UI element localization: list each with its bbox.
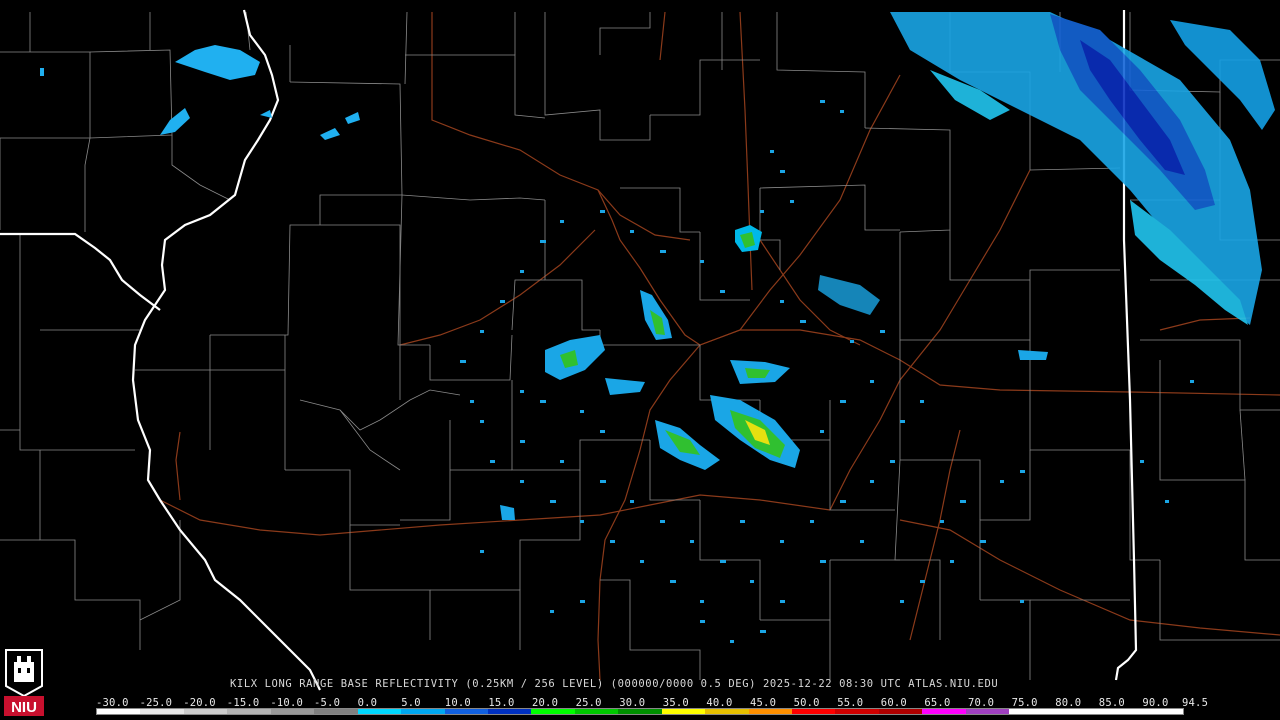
scale-color-segment [748, 709, 792, 714]
scale-color-segment [1139, 709, 1183, 714]
scale-color-segment [227, 709, 271, 714]
scale-color-segment [357, 709, 402, 714]
radar-map [0, 9, 1280, 691]
scale-color-segment [183, 709, 228, 714]
niu-logo: NIU [4, 649, 44, 716]
scale-color-segment [444, 709, 488, 714]
reflectivity-color-bar [96, 708, 1184, 715]
scale-color-segment [661, 709, 706, 714]
scale-color-segment [835, 709, 879, 714]
scale-color-segment [97, 709, 141, 714]
radar-echoes [40, 12, 1275, 643]
scale-color-segment [1096, 709, 1140, 714]
scale-color-segment [270, 709, 315, 714]
scale-color-segment [531, 709, 575, 714]
scale-color-segment [140, 709, 184, 714]
scale-color-segment [1009, 709, 1053, 714]
scale-color-segment [878, 709, 923, 714]
scale-label: 94.5 [1182, 697, 1209, 709]
scale-color-segment [1052, 709, 1097, 714]
scale-color-segment [574, 709, 619, 714]
scale-color-segment [314, 709, 358, 714]
scale-color-segment [922, 709, 966, 714]
niu-logo-text: NIU [11, 699, 37, 716]
scale-color-segment [487, 709, 532, 714]
scale-color-segment [792, 709, 836, 714]
scale-color-segment [965, 709, 1010, 714]
scale-color-segment [618, 709, 662, 714]
scale-color-segment [401, 709, 445, 714]
scale-color-segment [705, 709, 749, 714]
radar-title: KILX LONG RANGE BASE REFLECTIVITY (0.25K… [230, 678, 999, 690]
